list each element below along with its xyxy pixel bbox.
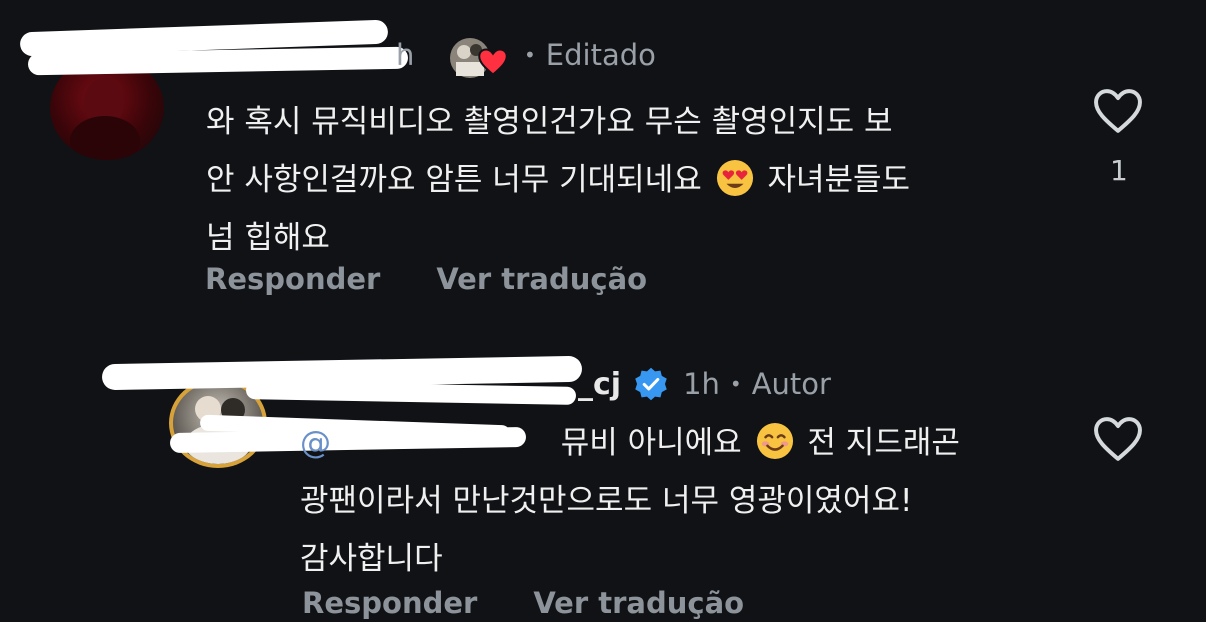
comment-actions: Responder Ver tradução <box>205 262 647 296</box>
mention-link[interactable]: @ <box>300 425 331 461</box>
comment-line: 감사합니다 <box>300 541 443 577</box>
edited-meta: • Editado <box>524 38 656 72</box>
see-translation-button[interactable]: Ver tradução <box>436 262 647 296</box>
author-label: Autor <box>751 367 831 401</box>
comment-time: h <box>396 38 415 72</box>
smiling-emoji-icon <box>756 422 793 460</box>
comment-line: 넘 힙해요 <box>206 220 330 256</box>
author-comment-body: @ 뮤비 아니에요 전 지드래곤 광팬이라서 만난것만으로도 너무 영광이였어요… <box>300 414 960 588</box>
comment-line: 광팬이라서 만난것만으로도 너무 영광이였어요! <box>300 483 913 519</box>
comment-meta: h <box>396 38 414 72</box>
comment-line: 안 사항인걸까요 암튼 너무 기대되네요 자녀분들도 <box>206 151 910 209</box>
author-comment-actions: Responder Ver tradução <box>302 586 744 620</box>
reply-button[interactable]: Responder <box>205 262 380 296</box>
heart-outline-icon[interactable] <box>1092 88 1144 134</box>
verified-badge-icon <box>635 367 667 401</box>
liked-by-author-heart-icon <box>478 48 508 76</box>
like-count: 1 <box>1110 154 1128 187</box>
comments-thread: h • Editado 와 혹시 뮤직비디오 촬영인건가요 무슨 촬영인지도 보… <box>0 0 1206 622</box>
liked-by-author-indicator <box>448 36 512 80</box>
see-translation-button[interactable]: Ver tradução <box>533 586 744 620</box>
redacted-username-stroke <box>245 381 577 405</box>
author-username[interactable]: _cj <box>578 367 621 402</box>
edited-label: Editado <box>545 38 656 72</box>
author-comment-meta: _cj 1h • Autor <box>578 366 831 402</box>
reply-button[interactable]: Responder <box>302 586 477 620</box>
heart-outline-icon[interactable] <box>1092 416 1144 462</box>
heart-eyes-emoji-icon <box>716 159 753 197</box>
comment-line: @ 뮤비 아니에요 전 지드래곤 <box>300 414 960 472</box>
comment-line: 와 혹시 뮤직비디오 촬영인건가요 무슨 촬영인지도 보 <box>206 104 893 140</box>
comment-body: 와 혹시 뮤직비디오 촬영인건가요 무슨 촬영인지도 보 안 사항인걸까요 암튼… <box>206 93 910 267</box>
comment-time: 1h <box>683 367 720 401</box>
